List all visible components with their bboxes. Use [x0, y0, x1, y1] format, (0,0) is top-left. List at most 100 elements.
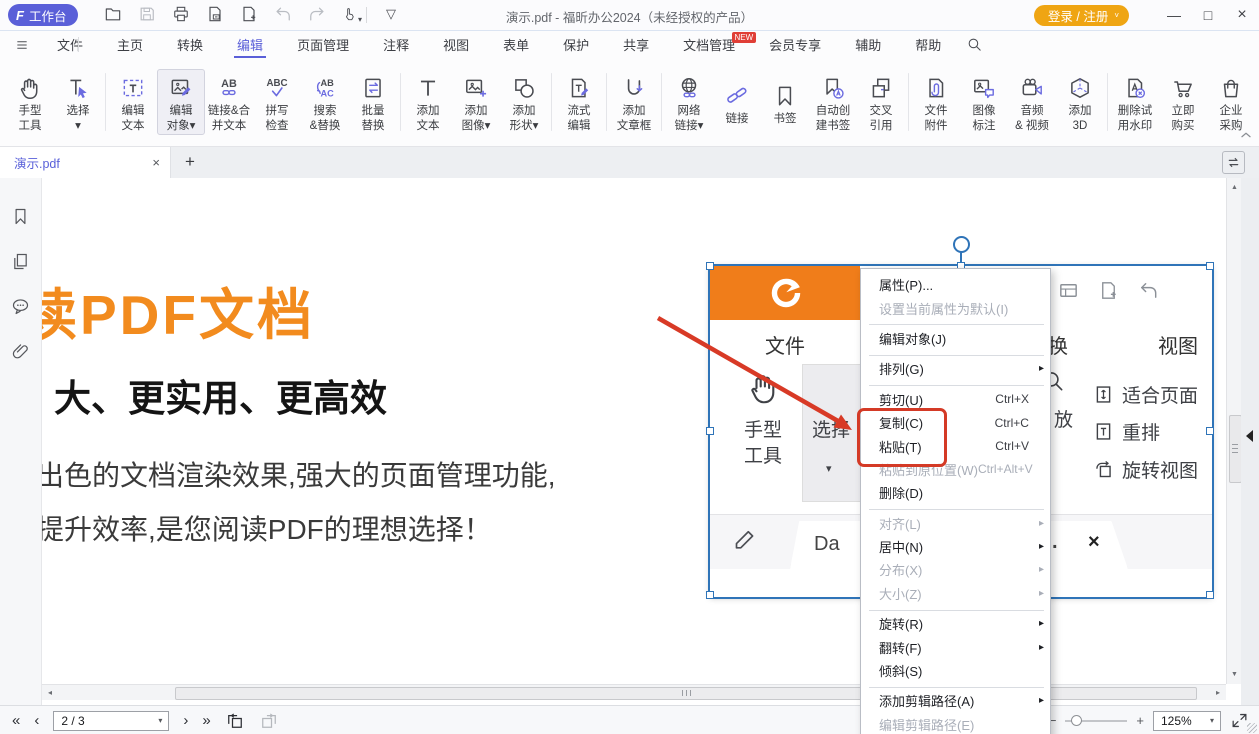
menu-item[interactable]: 帮助 — [898, 31, 958, 58]
page-number-combobox[interactable]: 2 / 3 ▾ — [53, 711, 169, 731]
ribbon-button[interactable]: 企业 采购 — [1207, 69, 1255, 135]
previous-view-icon[interactable] — [225, 711, 245, 731]
selection-handle[interactable] — [1206, 262, 1214, 270]
sidebar-panel-icon[interactable] — [10, 206, 31, 227]
minimize-button[interactable]: — — [1157, 0, 1191, 30]
last-page-button[interactable]: » — [202, 713, 210, 728]
new-tab-button[interactable]: + — [178, 150, 202, 174]
context-menu-item[interactable]: 删除(D) ▸ — [861, 481, 1050, 504]
ribbon-button[interactable]: 添加 形状▾ — [500, 69, 548, 135]
ribbon-button[interactable]: 编辑 文本 — [109, 69, 157, 135]
ribbon-button[interactable] — [400, 73, 401, 131]
ribbon-button[interactable]: 授权 管理 — [1255, 69, 1259, 135]
menu-item[interactable]: 文档管理 NEW — [666, 31, 752, 58]
ribbon-button[interactable]: 选择 ▾ — [54, 69, 102, 135]
context-menu-item[interactable]: 编辑剪辑路径(E) ▸ — [861, 713, 1050, 734]
context-menu-item[interactable]: 旋转(R) ▸ — [861, 612, 1050, 635]
context-menu-item[interactable]: ▸ — [861, 605, 1050, 612]
context-menu-item[interactable]: 复制(C) Ctrl+C ▸ — [861, 411, 1050, 434]
tab-close-icon[interactable]: × — [152, 155, 160, 170]
ribbon-button[interactable] — [606, 73, 607, 131]
selection-handle[interactable] — [1206, 591, 1214, 599]
context-menu-item[interactable]: 添加剪辑路径(A) ▸ — [861, 689, 1050, 712]
menu-item[interactable]: 表单 — [486, 31, 546, 58]
ribbon-button[interactable]: 添加 3D — [1056, 69, 1104, 135]
ribbon-button[interactable]: 添加 图像▾ — [452, 69, 500, 135]
quick-access-button[interactable]: ▾ — [273, 3, 294, 24]
context-menu-item[interactable]: 对齐(L) ▸ — [861, 512, 1050, 535]
ribbon-button[interactable]: 批量 替换 — [349, 69, 397, 135]
close-button[interactable]: × — [1225, 0, 1259, 30]
context-menu-item[interactable]: 翻转(F) ▸ — [861, 635, 1050, 658]
quick-access-button[interactable]: ▾ — [137, 3, 158, 24]
ribbon-button[interactable]: 手型 工具 — [6, 69, 54, 135]
context-menu-item[interactable]: 居中(N) ▸ — [861, 535, 1050, 558]
context-menu-item[interactable]: 粘贴(T) Ctrl+V ▸ — [861, 434, 1050, 457]
zoom-level-combobox[interactable]: 125% ▾ — [1153, 711, 1221, 731]
workspace-button[interactable]: F 工作台 — [8, 4, 78, 26]
ribbon-button[interactable]: 链接 — [713, 77, 761, 128]
ribbon-button[interactable]: 立即 购买 — [1159, 69, 1207, 135]
quick-access-button[interactable]: ▾ — [307, 3, 328, 24]
ribbon-button[interactable]: 流式 编辑 — [555, 69, 603, 135]
customize-toolbar-button[interactable]: ▽ — [386, 6, 396, 22]
menu-item[interactable]: 文件 — [40, 31, 100, 58]
window-resize-grip[interactable] — [1247, 723, 1257, 733]
ribbon-button[interactable]: 拼写 检查 — [253, 69, 301, 135]
ribbon-button[interactable] — [1107, 73, 1108, 131]
ribbon-button[interactable]: 添加 文章框 — [610, 69, 658, 135]
ribbon-button[interactable]: 书签 — [761, 77, 809, 128]
menu-item[interactable]: 保护 — [546, 31, 606, 58]
ribbon-button[interactable]: 网络 链接▾ — [665, 69, 713, 135]
sidebar-panel-icon[interactable] — [10, 341, 31, 362]
collapse-ribbon-icon[interactable] — [1239, 128, 1253, 142]
scroll-up-icon[interactable]: ▲ — [1227, 184, 1242, 191]
quick-access-button[interactable]: ▾ — [103, 3, 124, 24]
context-menu-item[interactable]: ▸ — [861, 381, 1050, 388]
selection-handle[interactable] — [706, 427, 714, 435]
selection-handle[interactable] — [706, 591, 714, 599]
context-menu-item[interactable]: 设置当前属性为默认(I) ▸ — [861, 296, 1050, 319]
zoom-in-button[interactable]: + — [1136, 714, 1144, 727]
ribbon-button[interactable]: 图像 标注 — [960, 69, 1008, 135]
context-menu-item[interactable]: 编辑对象(J) ▸ — [861, 327, 1050, 350]
context-menu-item[interactable]: 分布(X) ▸ — [861, 558, 1050, 581]
context-menu-item[interactable]: ▸ — [861, 350, 1050, 357]
first-page-button[interactable]: « — [12, 713, 20, 728]
hamburger-menu-icon[interactable] — [14, 38, 30, 52]
menu-item[interactable]: 会员专享 — [752, 31, 838, 58]
ribbon-button[interactable]: 添加 文本 — [404, 69, 452, 135]
scroll-right-icon[interactable]: ▸ — [1216, 688, 1220, 697]
zoom-slider-knob[interactable] — [1071, 715, 1082, 726]
selection-handle[interactable] — [1206, 427, 1214, 435]
sidebar-panel-icon[interactable] — [10, 296, 31, 317]
context-menu-item[interactable]: 倾斜(S) ▸ — [861, 659, 1050, 682]
rotation-handle[interactable] — [953, 236, 970, 253]
quick-access-button[interactable]: ▾ — [239, 3, 260, 24]
scroll-down-icon[interactable]: ▼ — [1227, 671, 1242, 678]
maximize-button[interactable]: □ — [1191, 0, 1225, 30]
expand-right-panel-handle[interactable] — [1246, 430, 1253, 442]
vertical-scrollbar[interactable]: ▲ ▼ — [1226, 178, 1241, 684]
menu-item[interactable]: 页面管理 — [280, 31, 366, 58]
document-tab[interactable]: 演示.pdf × — [0, 147, 171, 178]
ribbon-button[interactable] — [105, 73, 106, 131]
context-menu-item[interactable]: 属性(P)... ▸ — [861, 273, 1050, 296]
quick-access-button[interactable]: ▾ — [171, 3, 192, 24]
ribbon-button[interactable]: 搜索 &替换 — [301, 69, 349, 135]
quick-access-button[interactable]: ▾ — [205, 3, 226, 24]
ribbon-button[interactable]: 交叉 引用 — [857, 69, 905, 135]
sidebar-panel-icon[interactable] — [10, 251, 31, 272]
next-page-button[interactable]: › — [183, 713, 188, 728]
previous-page-button[interactable]: ‹ — [34, 713, 39, 728]
menu-item[interactable]: 编辑 — [220, 31, 280, 58]
login-register-button[interactable]: 登录 / 注册 ˅ — [1034, 5, 1129, 26]
ribbon-button[interactable] — [661, 73, 662, 131]
swap-view-icon[interactable] — [1222, 151, 1245, 174]
ribbon-button[interactable]: 编辑 对象▾ — [157, 69, 205, 135]
context-menu-item[interactable]: 大小(Z) ▸ — [861, 582, 1050, 605]
ribbon-button[interactable] — [908, 73, 909, 131]
ribbon-button[interactable] — [551, 73, 552, 131]
context-menu-item[interactable]: ▸ — [861, 682, 1050, 689]
menu-item[interactable]: 注释 — [366, 31, 426, 58]
